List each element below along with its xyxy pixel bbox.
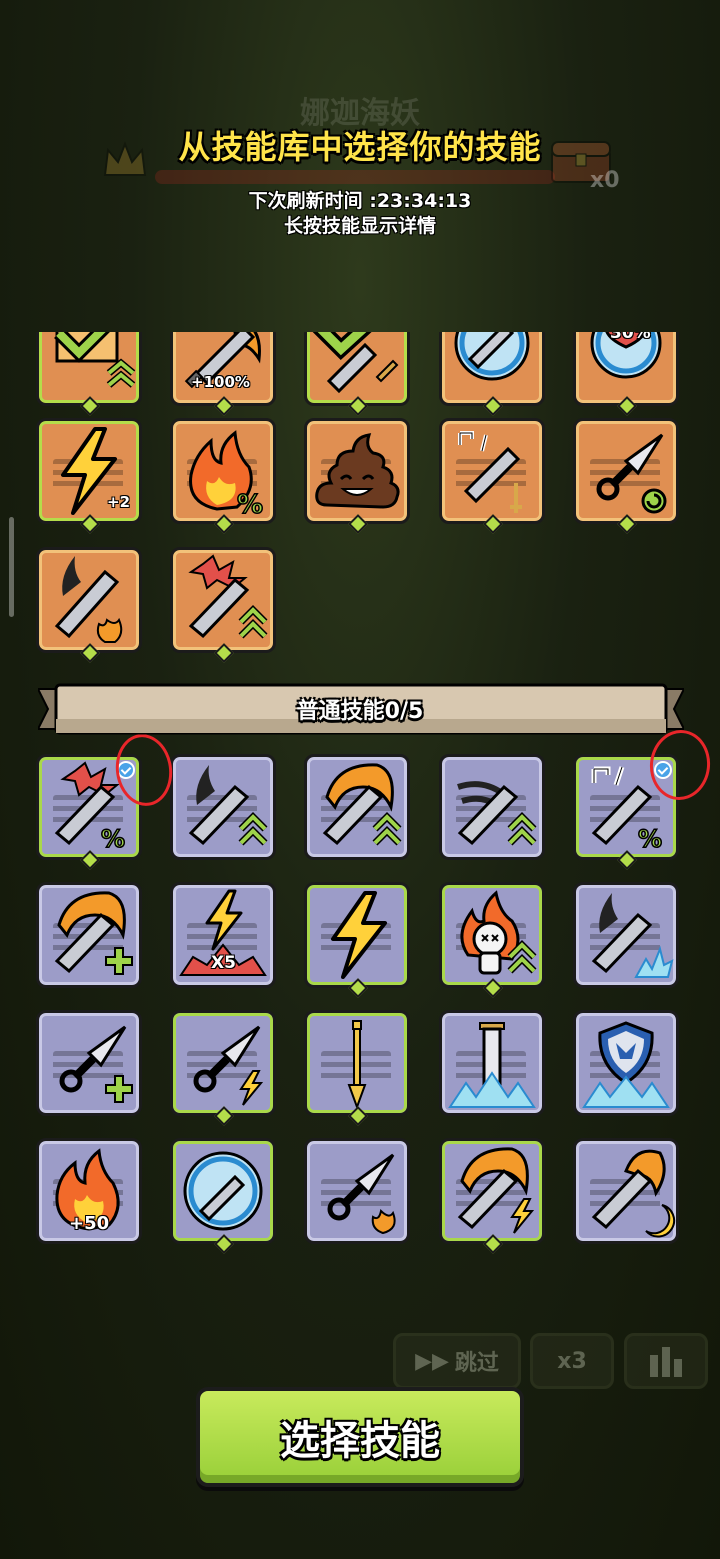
sword-slash-up-icon (188, 765, 268, 846)
sword-wind-up-icon (457, 781, 537, 846)
fast-forward-icon: ▶▶ (415, 1348, 449, 1374)
skip-label: 跳过 (454, 1351, 499, 1376)
normal-skill-tile[interactable] (304, 1138, 410, 1244)
sword-shield-orb-icon (454, 332, 530, 381)
sword-fire-icon (184, 332, 261, 389)
long-press-hint: 长按技能显示详情 (283, 215, 436, 237)
skip-button[interactable]: ▶▶ 跳过 (393, 1333, 521, 1389)
shield-ice-icon (582, 1021, 670, 1108)
special-skill-tile[interactable] (36, 332, 142, 416)
normal-skill-tile[interactable] (36, 882, 142, 988)
sword-burst-up-icon (188, 554, 268, 639)
kunai-fire-icon (327, 1153, 396, 1235)
normal-skill-tile[interactable] (439, 1138, 545, 1254)
skill-badge: 30% (610, 332, 651, 343)
sword-slash-fire-icon (54, 556, 123, 643)
skill-badge: X5 (211, 953, 236, 973)
skill-badge: +50 (69, 1213, 110, 1234)
sword-slash-ice-icon (591, 893, 674, 978)
normal-skill-tile[interactable] (170, 754, 276, 860)
normal-skill-tile[interactable] (36, 1010, 142, 1116)
skill-badge: +2 (107, 493, 131, 511)
special-skill-tile[interactable] (439, 332, 545, 416)
lightning-icon (331, 891, 387, 979)
fire-percent-icon: % (189, 430, 264, 521)
sword-flame-moon-icon (591, 1149, 676, 1238)
skill-panel[interactable]: +100% 30% +2 % % % X5 +50 (0, 332, 720, 1262)
refresh-timer: 下次刷新时间 :23:34:13 (248, 190, 472, 212)
speed-button[interactable]: x3 (530, 1333, 614, 1389)
kunai-plus-icon (59, 1025, 133, 1103)
normal-skill-tile[interactable] (573, 1138, 679, 1244)
special-skill-tile[interactable] (573, 418, 679, 534)
special-skill-tile[interactable]: +2 (36, 418, 142, 534)
special-skill-tile[interactable] (304, 332, 410, 416)
kunai-return-icon (596, 433, 667, 514)
skill-badge: +100% (191, 373, 250, 391)
normal-skill-tile[interactable] (170, 1010, 276, 1126)
kunai-lightning-icon (193, 1025, 264, 1106)
special-skill-tile[interactable]: % (170, 418, 276, 534)
poop-icon (315, 433, 400, 509)
normal-skill-tile[interactable] (170, 1138, 276, 1254)
sword-flame-plus-icon (54, 891, 133, 975)
svg-text:%: % (101, 825, 125, 853)
doll-fire-icon (460, 890, 537, 975)
golden-staff-icon (347, 1020, 367, 1110)
normal-skill-tile[interactable] (573, 1010, 679, 1116)
check-upgrade-icon (54, 332, 136, 388)
normal-skills-header: 普通技能0/5 (296, 699, 424, 724)
sword-in-ice-icon (448, 1022, 536, 1108)
special-skill-tile[interactable] (170, 547, 276, 663)
sword-orb-icon (183, 1151, 263, 1231)
sword-split-icon (458, 431, 522, 513)
normal-skill-tile[interactable]: +50 (36, 1138, 142, 1244)
page-title: 从技能库中选择你的技能 (178, 128, 542, 166)
normal-skill-tile[interactable]: X5 (170, 882, 276, 988)
normal-skill-tile[interactable] (439, 754, 545, 860)
select-skill-button[interactable]: 选择技能 (196, 1387, 524, 1487)
boss-health-bar (155, 170, 555, 184)
special-skill-tile[interactable] (304, 418, 410, 534)
normal-skill-tile[interactable] (439, 1010, 545, 1116)
check-sword-icon (312, 332, 399, 394)
sword-flame-up-icon (322, 763, 402, 846)
normal-skill-tile[interactable] (304, 1010, 410, 1126)
speed-label: x3 (557, 1348, 587, 1374)
special-skill-tile[interactable]: 30% (573, 332, 679, 416)
bar-chart-icon (650, 1347, 682, 1377)
stats-button[interactable] (624, 1333, 708, 1389)
svg-text:%: % (638, 825, 662, 853)
sword-flame-lightning-icon (457, 1147, 535, 1234)
normal-skill-tile[interactable] (573, 882, 679, 988)
special-skill-tile[interactable] (36, 547, 142, 663)
special-skill-tile[interactable]: +100% (170, 332, 276, 416)
normal-skill-tile[interactable] (304, 882, 410, 998)
special-skill-tile[interactable] (439, 418, 545, 534)
normal-skill-tile[interactable] (439, 882, 545, 998)
svg-text:%: % (237, 490, 263, 520)
normal-skill-tile[interactable] (304, 754, 410, 860)
